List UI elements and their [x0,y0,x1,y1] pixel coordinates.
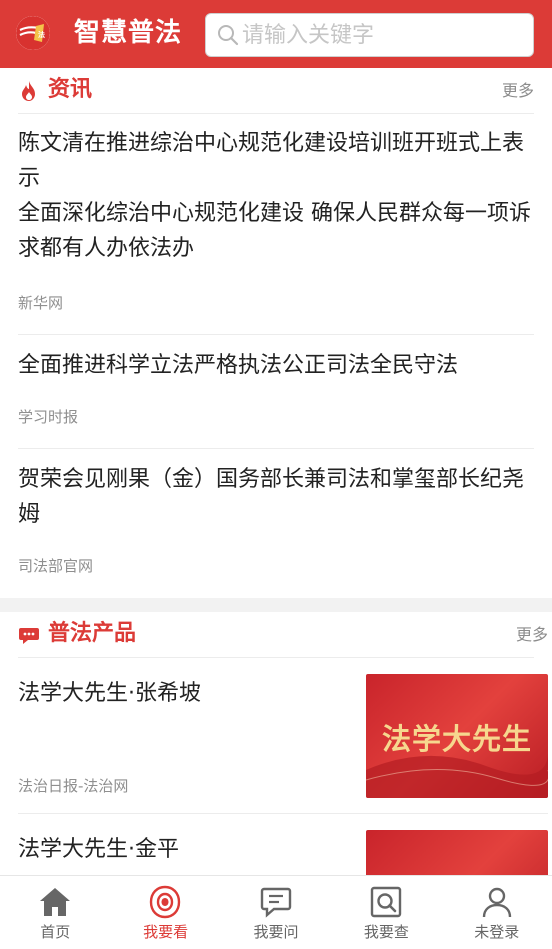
home-icon [40,888,70,916]
app-logo: 法 [16,16,50,50]
product-thumbnail[interactable]: 法学大先生 [366,674,548,798]
news-title[interactable]: 全面推进科学立法严格执法公正司法全民守法 [18,335,534,383]
news-source: 学习时报 [18,408,79,426]
flame-icon [22,81,35,101]
thumbnail-caption: 法学大先生 [381,722,532,756]
content-scroll[interactable]: 资讯 更多 陈文清在推进综治中心规范化建设培训班开班式上表示 全面深化综治中心规… [0,68,552,875]
search-input[interactable] [242,16,522,54]
news-source: 司法部官网 [18,557,94,575]
section-gap [0,598,552,612]
news-title[interactable]: 陈文清在推进综治中心规范化建设培训班开班式上表示 全面深化综治中心规范化建设 确… [18,114,534,266]
product-item[interactable]: 法学大先生·张希坡 法治日报-法治网 法学大先生 [18,658,548,814]
tab-profile[interactable]: 未登录 [442,876,552,949]
watch-icon [150,885,181,919]
user-icon [482,887,511,918]
product-source: 法治日报-法治网 [18,777,129,795]
news-item[interactable]: 全面推进科学立法严格执法公正司法全民守法 学习时报 [18,335,534,449]
products-section-header: 普法产品 更多 [18,612,548,658]
tab-label: 未登录 [474,923,520,941]
news-title[interactable]: 贺荣会见刚果（金）国务部长兼司法和掌玺部长纪尧姆 [18,449,534,532]
tab-label: 我要看 [143,923,189,941]
tab-ask[interactable]: 我要问 [221,876,331,949]
products-more-link[interactable]: 更多 [516,624,548,646]
news-source: 新华网 [18,294,64,312]
product-title[interactable]: 法学大先生·张希坡 [18,678,201,710]
products-section-title: 普法产品 [48,621,137,646]
chat-icon [260,887,291,918]
svg-text:法: 法 [38,30,45,39]
top-header: 法 智慧普法 [0,0,552,68]
tab-watch[interactable]: 我要看 [110,876,220,949]
tab-home[interactable]: 首页 [0,876,110,949]
tab-lookup[interactable]: 我要查 [331,876,441,949]
products-section: 普法产品 更多 法学大先生·张希坡 法治日报-法治网 法学大先生 法学大先生·金… [0,612,552,875]
app-title: 智慧普法 [74,18,183,48]
news-section: 资讯 更多 陈文清在推进综治中心规范化建设培训班开班式上表示 全面深化综治中心规… [0,68,552,598]
bottom-tab-bar: 首页 我要看 我要问 我要查 未登录 [0,875,552,949]
news-section-header: 资讯 更多 [18,68,534,114]
product-title[interactable]: 法学大先生·金平 [18,834,179,866]
lookup-icon [370,886,402,918]
product-thumbnail[interactable] [366,830,548,875]
search-box[interactable] [205,13,534,57]
tab-label: 首页 [40,923,71,941]
news-section-title: 资讯 [48,77,93,102]
tab-label: 我要查 [363,923,409,941]
news-more-link[interactable]: 更多 [502,80,534,102]
search-icon [218,25,239,46]
news-item[interactable]: 贺荣会见刚果（金）国务部长兼司法和掌玺部长纪尧姆 司法部官网 [18,449,534,597]
tab-label: 我要问 [253,923,299,941]
speech-bubble-icon [19,628,39,644]
news-item[interactable]: 陈文清在推进综治中心规范化建设培训班开班式上表示 全面深化综治中心规范化建设 确… [18,114,534,335]
product-item[interactable]: 法学大先生·金平 [18,814,548,875]
